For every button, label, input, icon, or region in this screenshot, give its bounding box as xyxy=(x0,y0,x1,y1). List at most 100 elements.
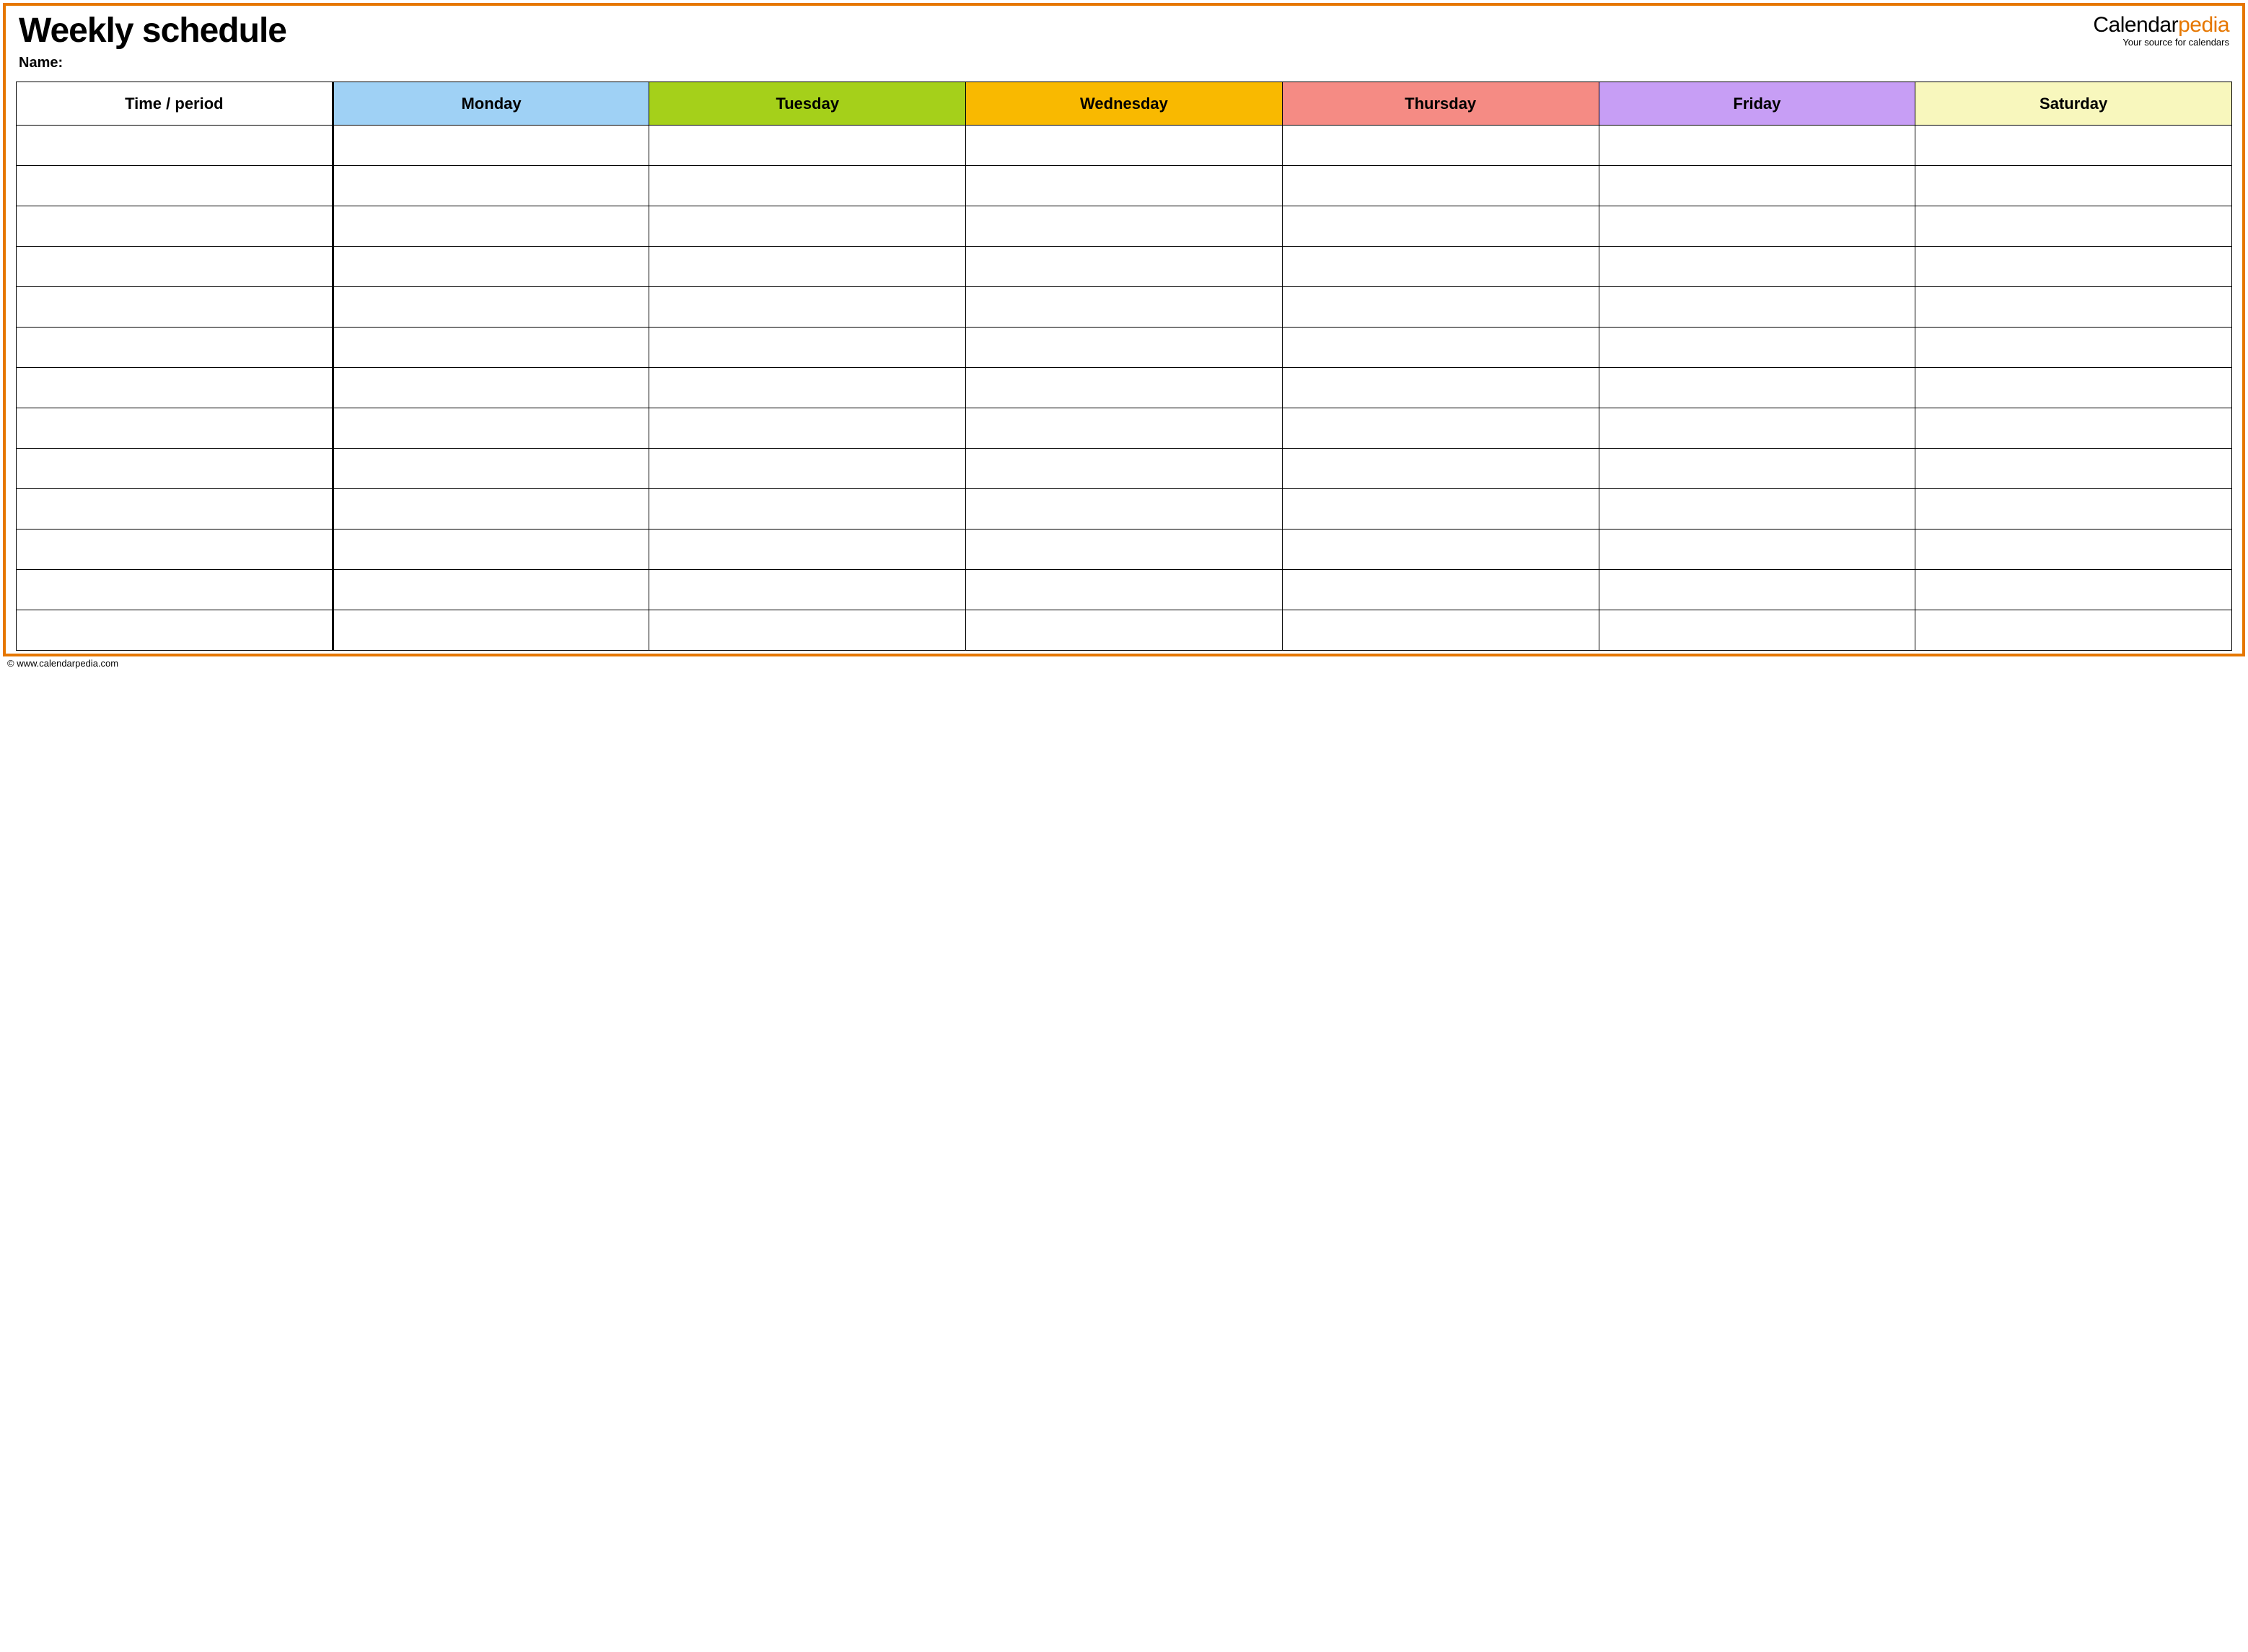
schedule-cell[interactable] xyxy=(1599,328,1915,368)
time-cell[interactable] xyxy=(17,328,333,368)
schedule-cell[interactable] xyxy=(649,449,966,489)
schedule-cell[interactable] xyxy=(1599,610,1915,651)
schedule-cell[interactable] xyxy=(333,287,649,328)
schedule-cell[interactable] xyxy=(649,287,966,328)
schedule-cell[interactable] xyxy=(1282,206,1599,247)
schedule-cell[interactable] xyxy=(1282,610,1599,651)
schedule-cell[interactable] xyxy=(1915,408,2232,449)
schedule-cell[interactable] xyxy=(333,368,649,408)
schedule-cell[interactable] xyxy=(966,530,1283,570)
schedule-cell[interactable] xyxy=(333,328,649,368)
header: Weekly schedule Name: Calendarpedia Your… xyxy=(6,6,2242,76)
table-row xyxy=(17,287,2232,328)
table-row xyxy=(17,247,2232,287)
schedule-cell[interactable] xyxy=(1599,166,1915,206)
time-cell[interactable] xyxy=(17,206,333,247)
time-cell[interactable] xyxy=(17,287,333,328)
col-header-saturday: Saturday xyxy=(1915,82,2232,126)
time-cell[interactable] xyxy=(17,570,333,610)
schedule-cell[interactable] xyxy=(1915,166,2232,206)
page-title: Weekly schedule xyxy=(19,13,286,49)
schedule-cell[interactable] xyxy=(1915,247,2232,287)
schedule-cell[interactable] xyxy=(649,166,966,206)
time-cell[interactable] xyxy=(17,530,333,570)
schedule-cell[interactable] xyxy=(333,408,649,449)
schedule-cell[interactable] xyxy=(966,449,1283,489)
schedule-cell[interactable] xyxy=(333,247,649,287)
schedule-cell[interactable] xyxy=(333,570,649,610)
time-cell[interactable] xyxy=(17,126,333,166)
schedule-cell[interactable] xyxy=(1599,530,1915,570)
schedule-cell[interactable] xyxy=(1282,166,1599,206)
schedule-cell[interactable] xyxy=(1282,408,1599,449)
schedule-cell[interactable] xyxy=(333,449,649,489)
time-cell[interactable] xyxy=(17,166,333,206)
schedule-cell[interactable] xyxy=(649,530,966,570)
schedule-cell[interactable] xyxy=(966,610,1283,651)
schedule-cell[interactable] xyxy=(649,126,966,166)
schedule-cell[interactable] xyxy=(333,530,649,570)
time-cell[interactable] xyxy=(17,449,333,489)
schedule-cell[interactable] xyxy=(966,206,1283,247)
footer-copyright: © www.calendarpedia.com xyxy=(3,656,2245,670)
schedule-cell[interactable] xyxy=(1915,368,2232,408)
schedule-cell[interactable] xyxy=(1282,489,1599,530)
schedule-cell[interactable] xyxy=(966,408,1283,449)
schedule-cell[interactable] xyxy=(1599,126,1915,166)
schedule-cell[interactable] xyxy=(1915,530,2232,570)
schedule-cell[interactable] xyxy=(333,489,649,530)
schedule-cell[interactable] xyxy=(1915,287,2232,328)
schedule-cell[interactable] xyxy=(1599,489,1915,530)
header-row: Time / period Monday Tuesday Wednesday T… xyxy=(17,82,2232,126)
schedule-cell[interactable] xyxy=(1282,368,1599,408)
schedule-cell[interactable] xyxy=(333,206,649,247)
schedule-cell[interactable] xyxy=(649,489,966,530)
schedule-cell[interactable] xyxy=(1599,449,1915,489)
schedule-cell[interactable] xyxy=(1599,368,1915,408)
schedule-cell[interactable] xyxy=(1599,247,1915,287)
schedule-cell[interactable] xyxy=(1599,287,1915,328)
schedule-cell[interactable] xyxy=(966,570,1283,610)
schedule-cell[interactable] xyxy=(1282,247,1599,287)
schedule-cell[interactable] xyxy=(1915,206,2232,247)
time-cell[interactable] xyxy=(17,408,333,449)
schedule-cell[interactable] xyxy=(333,126,649,166)
name-label: Name: xyxy=(19,55,63,71)
schedule-cell[interactable] xyxy=(966,166,1283,206)
schedule-cell[interactable] xyxy=(1599,570,1915,610)
schedule-cell[interactable] xyxy=(1599,206,1915,247)
schedule-cell[interactable] xyxy=(1282,449,1599,489)
schedule-cell[interactable] xyxy=(649,570,966,610)
schedule-cell[interactable] xyxy=(1915,449,2232,489)
schedule-cell[interactable] xyxy=(1915,610,2232,651)
schedule-cell[interactable] xyxy=(1282,126,1599,166)
brand-logo: Calendarpedia xyxy=(2093,14,2229,36)
schedule-cell[interactable] xyxy=(333,166,649,206)
schedule-cell[interactable] xyxy=(966,368,1283,408)
schedule-cell[interactable] xyxy=(1282,328,1599,368)
schedule-cell[interactable] xyxy=(1915,489,2232,530)
schedule-cell[interactable] xyxy=(966,328,1283,368)
time-cell[interactable] xyxy=(17,247,333,287)
time-cell[interactable] xyxy=(17,489,333,530)
schedule-cell[interactable] xyxy=(966,489,1283,530)
schedule-cell[interactable] xyxy=(1915,126,2232,166)
schedule-cell[interactable] xyxy=(1282,570,1599,610)
schedule-cell[interactable] xyxy=(966,126,1283,166)
schedule-cell[interactable] xyxy=(1915,328,2232,368)
schedule-cell[interactable] xyxy=(1915,570,2232,610)
time-cell[interactable] xyxy=(17,610,333,651)
schedule-cell[interactable] xyxy=(966,287,1283,328)
schedule-cell[interactable] xyxy=(1282,530,1599,570)
schedule-cell[interactable] xyxy=(649,328,966,368)
schedule-cell[interactable] xyxy=(649,247,966,287)
schedule-cell[interactable] xyxy=(649,408,966,449)
schedule-cell[interactable] xyxy=(649,368,966,408)
schedule-cell[interactable] xyxy=(649,610,966,651)
schedule-cell[interactable] xyxy=(333,610,649,651)
schedule-cell[interactable] xyxy=(966,247,1283,287)
schedule-cell[interactable] xyxy=(1282,287,1599,328)
time-cell[interactable] xyxy=(17,368,333,408)
schedule-cell[interactable] xyxy=(1599,408,1915,449)
schedule-cell[interactable] xyxy=(649,206,966,247)
